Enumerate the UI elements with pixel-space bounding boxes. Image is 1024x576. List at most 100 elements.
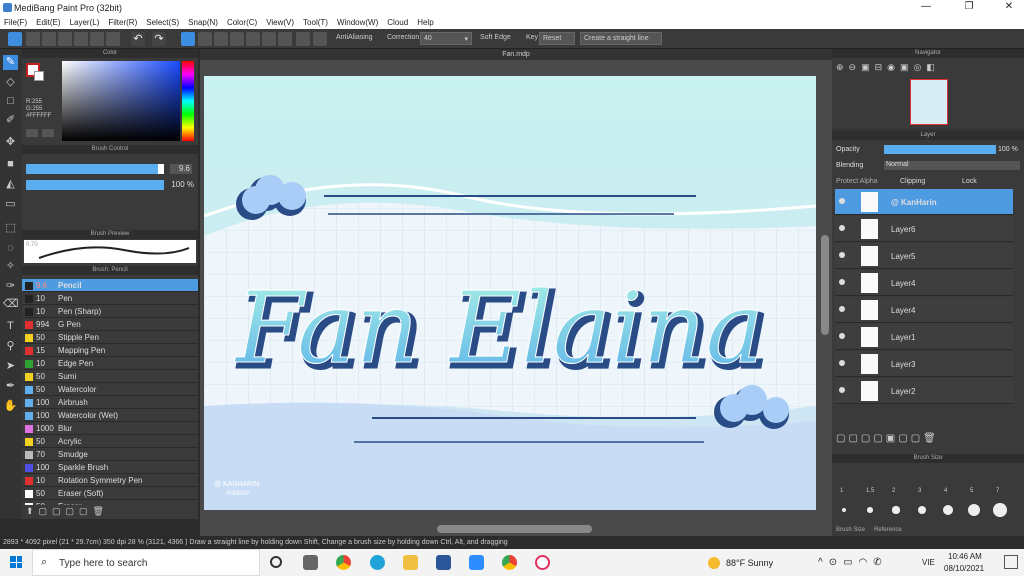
menu-filter[interactable]: Filter(R) bbox=[108, 18, 137, 27]
fill-icon[interactable] bbox=[106, 32, 120, 46]
brush-item[interactable]: 1000 Blur bbox=[22, 422, 198, 435]
crisscross-snap-icon[interactable] bbox=[214, 32, 228, 46]
layer-item[interactable]: Layer5 bbox=[835, 243, 1013, 269]
menu-cloud[interactable]: Cloud bbox=[387, 18, 408, 27]
parallel-snap-icon[interactable] bbox=[198, 32, 212, 46]
bucket-tool-icon[interactable]: ◭ bbox=[3, 177, 18, 192]
brush-size-dot[interactable] bbox=[867, 507, 873, 513]
brush-size-dot[interactable] bbox=[917, 505, 927, 515]
close-icon[interactable]: ✕ bbox=[995, 1, 1023, 15]
brush-size-dot[interactable] bbox=[842, 508, 846, 512]
layer-item[interactable]: Layer1 bbox=[835, 324, 1013, 350]
brush-item[interactable]: 10 Edge Pen bbox=[22, 357, 198, 370]
hand-tool-icon[interactable]: ✋ bbox=[3, 399, 18, 414]
select-tool-icon[interactable]: ⬚ bbox=[3, 221, 18, 236]
transform-icon[interactable] bbox=[90, 32, 104, 46]
eye-icon[interactable] bbox=[839, 198, 845, 204]
menu-window[interactable]: Window(W) bbox=[337, 18, 378, 27]
lasso-tool-icon[interactable]: ◌ bbox=[3, 241, 18, 256]
reset-button[interactable]: Reset bbox=[539, 32, 575, 45]
brush-size-option[interactable]: 5 bbox=[970, 488, 973, 494]
lock-checkbox[interactable]: Lock bbox=[962, 178, 977, 185]
language-indicator[interactable]: VIE bbox=[922, 558, 935, 567]
layer-item[interactable]: Layer2 bbox=[835, 378, 1013, 404]
brush-item[interactable]: 994 G Pen bbox=[22, 318, 198, 331]
brush-item[interactable]: 10 Pen (Sharp) bbox=[22, 305, 198, 318]
brush-item[interactable]: 10 Pen bbox=[22, 292, 198, 305]
horizontal-scrollbar[interactable] bbox=[437, 525, 592, 533]
text-tool-icon[interactable]: T bbox=[3, 319, 18, 334]
eye-icon[interactable] bbox=[839, 360, 845, 366]
layer-opacity-slider[interactable] bbox=[884, 145, 996, 154]
hue-slider[interactable] bbox=[182, 61, 194, 141]
deselect-icon[interactable] bbox=[58, 32, 72, 46]
brush-tool-icon[interactable]: ✎ bbox=[3, 55, 18, 70]
eye-icon[interactable] bbox=[839, 306, 845, 312]
brush-item[interactable]: 15 Mapping Pen bbox=[22, 344, 198, 357]
snap-off-icon[interactable] bbox=[181, 32, 195, 46]
brush-panel-actions[interactable]: ⬆▢▢▢▢🗑 bbox=[26, 506, 109, 517]
cloud-icon[interactable] bbox=[8, 32, 22, 46]
redo-icon[interactable]: ↷ bbox=[152, 32, 166, 46]
layer-item[interactable]: Layer6 bbox=[835, 216, 1013, 242]
create-straight-line-button[interactable]: Create a straight line bbox=[580, 32, 662, 45]
select-pen-icon[interactable]: ✑ bbox=[3, 279, 18, 294]
eraser-tool-icon[interactable]: ◇ bbox=[3, 75, 18, 90]
brush-size-dot[interactable] bbox=[968, 504, 980, 516]
eye-icon[interactable] bbox=[839, 387, 845, 393]
eye-icon[interactable] bbox=[839, 252, 845, 258]
save-icon[interactable] bbox=[26, 32, 40, 46]
layer-item[interactable]: Layer4 bbox=[835, 270, 1013, 296]
invert-selection-icon[interactable] bbox=[74, 32, 88, 46]
file-explorer-icon[interactable] bbox=[403, 555, 418, 570]
chrome-icon[interactable] bbox=[336, 555, 351, 570]
brush-size-option[interactable]: 4 bbox=[944, 488, 947, 494]
layer-item[interactable]: Layer4 bbox=[835, 297, 1013, 323]
notification-icon[interactable] bbox=[1004, 555, 1018, 569]
vanishing-point-snap-icon[interactable] bbox=[230, 32, 244, 46]
clock-date[interactable]: 08/10/2021 bbox=[944, 564, 984, 573]
chrome-profile-icon[interactable] bbox=[502, 555, 517, 570]
brush-size-dot[interactable] bbox=[892, 506, 900, 514]
taskbar-search-box[interactable]: ⌕ Type here to search bbox=[32, 549, 260, 576]
menu-select[interactable]: Select(S) bbox=[146, 18, 179, 27]
brush-item[interactable]: 70 Smudge bbox=[22, 448, 198, 461]
menu-tool[interactable]: Tool(T) bbox=[303, 18, 328, 27]
minimize-icon[interactable]: — bbox=[912, 1, 940, 15]
gear-icon[interactable] bbox=[313, 32, 327, 46]
move-tool-icon[interactable]: ✥ bbox=[3, 135, 18, 150]
brush-size-grid[interactable]: 1 1.5 2 3 4 5 7 bbox=[832, 466, 1024, 522]
menu-help[interactable]: Help bbox=[417, 18, 433, 27]
menu-file[interactable]: File(F) bbox=[4, 18, 27, 27]
edge-icon[interactable] bbox=[370, 555, 385, 570]
cortana-icon[interactable] bbox=[270, 556, 282, 568]
brush-size-option[interactable]: 1 bbox=[840, 488, 843, 494]
vertical-scrollbar[interactable] bbox=[821, 235, 829, 335]
artwork-canvas[interactable]: Fan Elaina Fan Elaina @ KANHARIN #HDDAY bbox=[204, 76, 816, 510]
brush-size-value[interactable]: 9.6 bbox=[170, 164, 192, 174]
brush-opacity-slider[interactable] bbox=[26, 180, 164, 190]
undo-history-icon[interactable] bbox=[42, 32, 56, 46]
background-color-swatch[interactable] bbox=[34, 71, 44, 81]
system-tray-icons[interactable]: ^⊙▭◠✆ bbox=[818, 557, 888, 568]
eyedropper-tool-icon[interactable]: ✒ bbox=[3, 379, 18, 394]
task-view-icon[interactable] bbox=[303, 555, 318, 570]
snap-settings-icon[interactable] bbox=[296, 32, 310, 46]
menu-edit[interactable]: Edit(E) bbox=[36, 18, 60, 27]
brush-size-tab[interactable]: Brush Size bbox=[836, 527, 865, 533]
curve-snap-icon[interactable] bbox=[278, 32, 292, 46]
reference-tab[interactable]: Reference bbox=[874, 527, 902, 533]
radial-snap-icon[interactable] bbox=[246, 32, 260, 46]
brush-item[interactable]: 50 Acrylic bbox=[22, 435, 198, 448]
antialiasing-checkbox[interactable]: AntiAliasing bbox=[336, 34, 373, 41]
shape-tool-icon[interactable]: ■ bbox=[3, 157, 18, 172]
clock-time[interactable]: 10:46 AM bbox=[948, 552, 982, 561]
color-mode-button[interactable] bbox=[26, 129, 38, 137]
brush-size-dot[interactable] bbox=[942, 504, 954, 516]
brush-size-dot[interactable] bbox=[993, 503, 1007, 517]
divide-tool-icon[interactable]: ⚲ bbox=[3, 339, 18, 354]
magic-wand-icon[interactable]: ✧ bbox=[3, 259, 18, 274]
correction-select[interactable]: 40 ▾ bbox=[420, 32, 472, 45]
brush-item[interactable]: 10 Rotation Symmetry Pen bbox=[22, 474, 198, 487]
navigator-thumbnail[interactable] bbox=[910, 79, 948, 125]
